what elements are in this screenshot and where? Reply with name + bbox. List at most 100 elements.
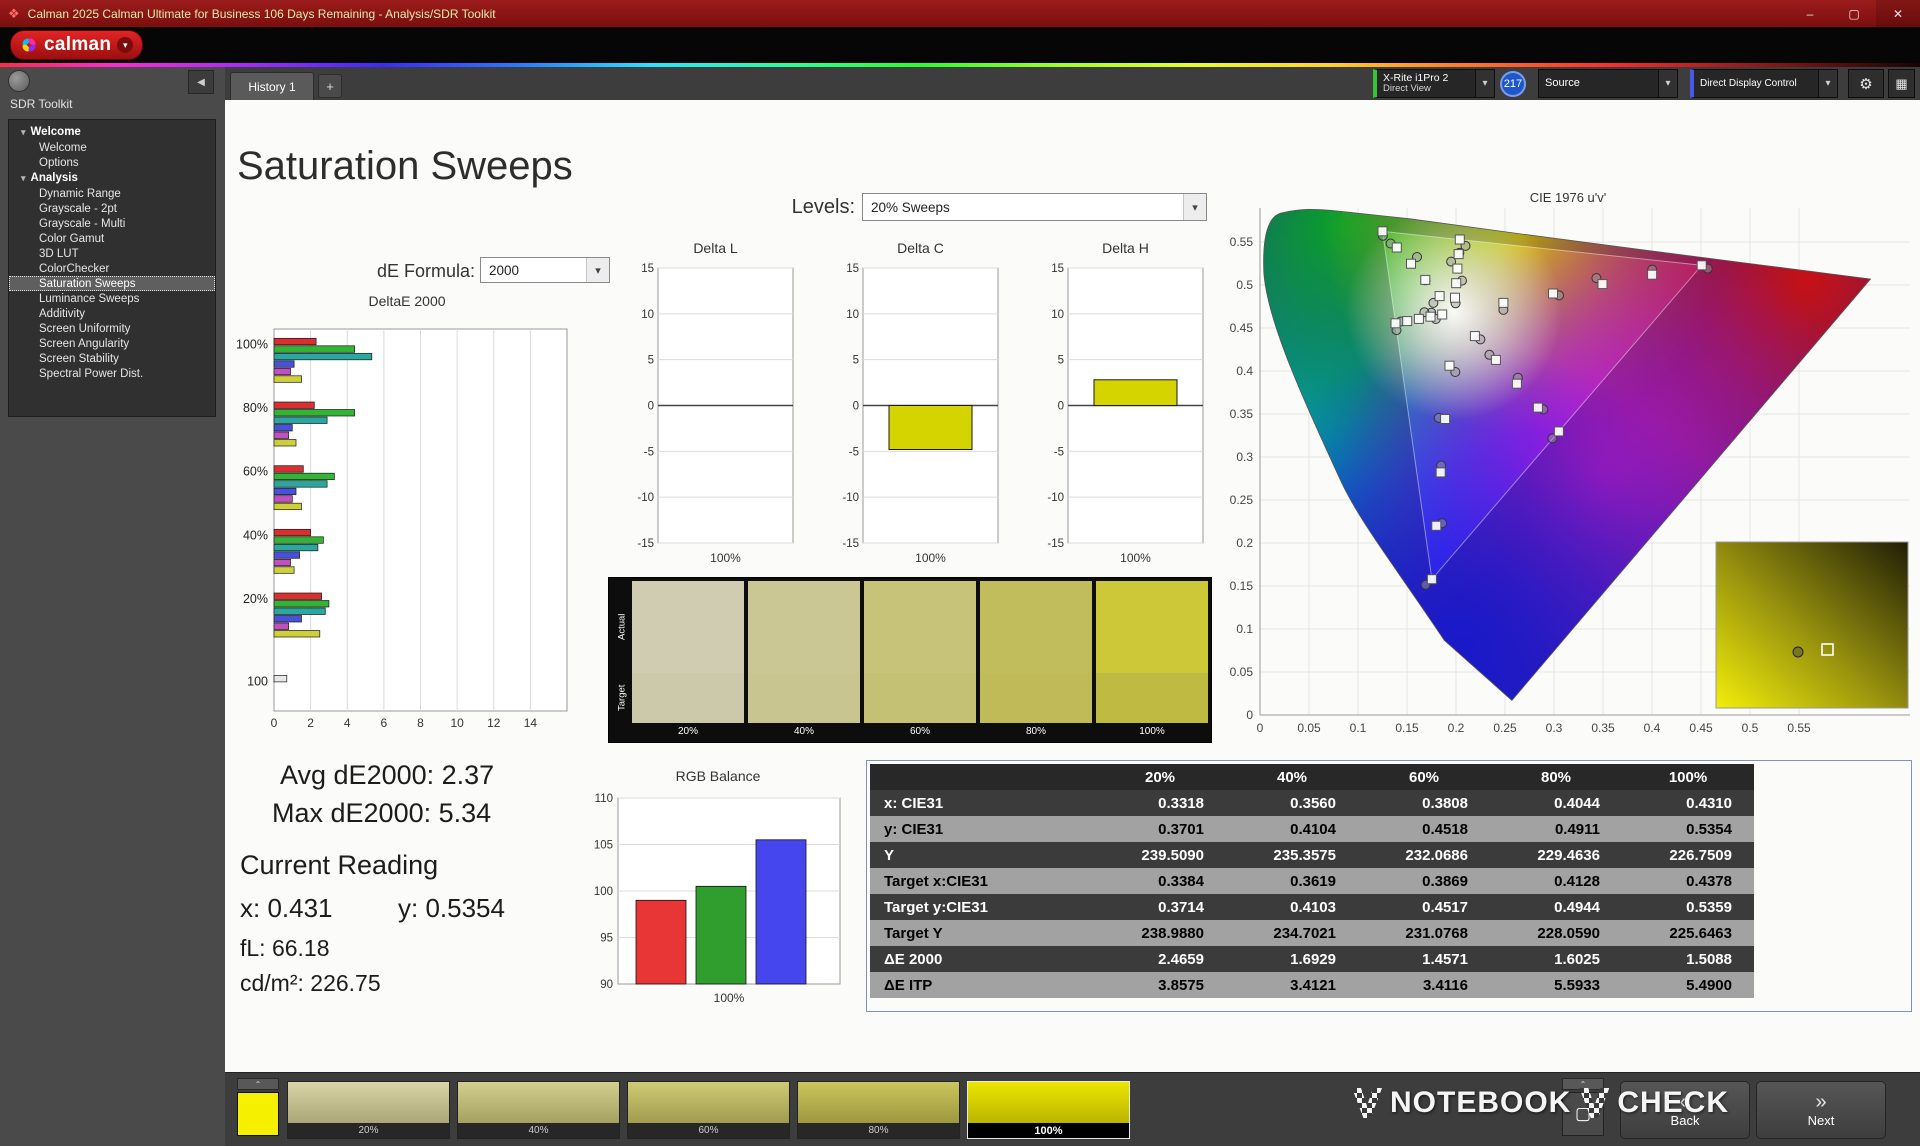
- table-cell: 225.6463: [1669, 924, 1732, 942]
- sidebar-item-grayscale-multi[interactable]: Grayscale - Multi: [9, 216, 215, 231]
- svg-text:8: 8: [417, 716, 424, 730]
- table-cell: 0.3808: [1422, 794, 1468, 812]
- layout-button[interactable]: ▦: [1888, 69, 1915, 98]
- sample-buttons: 20% 40% 60% 80% 100%: [287, 1081, 1130, 1139]
- sample-button-60[interactable]: 60%: [627, 1081, 790, 1139]
- tab-bar: History 1 + X-Rite i1Pro 2 Direct View ▾…: [225, 67, 1920, 100]
- table-cell: 0.4310: [1686, 794, 1732, 812]
- chevron-down-icon[interactable]: ▾: [586, 258, 609, 282]
- source-dropdown[interactable]: Source ▾: [1538, 69, 1678, 98]
- measurement-table: 20% 40% 60% 80% 100% x: CIE31 0.3318 0.3560 0.38…: [870, 764, 1754, 998]
- table-row-label: x: CIE31: [884, 794, 944, 812]
- svg-text:10: 10: [846, 309, 859, 321]
- tab-history-1[interactable]: History 1: [230, 72, 314, 100]
- svg-text:100%: 100%: [1120, 551, 1151, 565]
- chevron-down-icon[interactable]: ▾: [1183, 194, 1206, 220]
- svg-text:0.2: 0.2: [1448, 721, 1465, 735]
- meter-dropdown-text: X-Rite i1Pro 2 Direct View: [1377, 72, 1454, 95]
- meter-dropdown[interactable]: X-Rite i1Pro 2 Direct View ▾: [1373, 69, 1495, 98]
- table-row-target-x-cie31: Target x:CIE31 0.3384 0.3619 0.3869 0.4128 0.…: [870, 868, 1754, 894]
- sidebar-item-saturation-sweeps[interactable]: Saturation Sweeps: [9, 276, 215, 291]
- svg-text:20%: 20%: [243, 592, 268, 606]
- sidebar-item-screen-uniformity[interactable]: Screen Uniformity: [9, 321, 215, 336]
- table-row-label: ΔE ITP: [884, 976, 933, 994]
- svg-text:0.15: 0.15: [1230, 579, 1254, 593]
- table-cell: 3.4121: [1290, 976, 1336, 994]
- svg-text:100%: 100%: [236, 337, 268, 351]
- pattern-window-button[interactable]: ▢: [1562, 1092, 1604, 1136]
- page-title: Saturation Sweeps: [237, 144, 573, 188]
- next-button[interactable]: » Next: [1756, 1081, 1886, 1139]
- sidebar-item-3d-lut[interactable]: 3D LUT: [9, 246, 215, 261]
- patch-options-tab[interactable]: ⌃: [237, 1078, 279, 1090]
- calman-butterfly-icon: [22, 38, 36, 52]
- sidebar-item-dynamic-range[interactable]: Dynamic Range: [9, 186, 215, 201]
- sidebar-item-additivity[interactable]: Additivity: [9, 306, 215, 321]
- sidebar-item-spectral-power-dist[interactable]: Spectral Power Dist.: [9, 366, 215, 381]
- sample-button-100[interactable]: 100%: [967, 1081, 1130, 1139]
- sidebar-item-luminance-sweeps[interactable]: Luminance Sweeps: [9, 291, 215, 306]
- sidebar-collapse-button[interactable]: ◀: [188, 70, 214, 94]
- chevron-down-icon[interactable]: ▾: [1658, 70, 1677, 97]
- table-cell: 0.4128: [1554, 872, 1600, 890]
- svg-text:15: 15: [846, 263, 859, 275]
- sidebar-item-screen-angularity[interactable]: Screen Angularity: [9, 336, 215, 351]
- display-control-dropdown[interactable]: Direct Display Control ▾: [1690, 69, 1838, 98]
- sample-button-20[interactable]: 20%: [287, 1081, 450, 1139]
- de-formula-dropdown[interactable]: 2000 ▾: [480, 257, 610, 283]
- swatch-column-60: 60%: [864, 581, 976, 739]
- svg-text:0.25: 0.25: [1493, 721, 1517, 735]
- actual-swatch: [632, 581, 744, 673]
- calman-logo-button[interactable]: calman ▾: [10, 30, 144, 60]
- minimize-button[interactable]: –: [1788, 0, 1832, 27]
- sample-button-80[interactable]: 80%: [797, 1081, 960, 1139]
- sample-swatch: [458, 1082, 619, 1123]
- avg-de2000-stat: Avg dE2000: 2.37: [280, 760, 495, 790]
- table-col-header: 80%: [1540, 768, 1572, 786]
- svg-text:10: 10: [450, 716, 464, 730]
- sidebar-home-button[interactable]: [8, 70, 30, 92]
- window-icon: ▢: [1574, 1104, 1592, 1123]
- table-row-e-2000: ΔE 2000 2.4659 1.6929 1.4571 1.6025 1.5088: [870, 946, 1754, 972]
- table-cell: 0.5354: [1686, 820, 1732, 838]
- sidebar-item-grayscale-2pt[interactable]: Grayscale - 2pt: [9, 201, 215, 216]
- table-row-label: Target x:CIE31: [884, 872, 988, 890]
- sidebar-item-options[interactable]: Options: [9, 155, 215, 170]
- chevron-down-icon[interactable]: ▾: [1475, 70, 1494, 97]
- svg-text:0.55: 0.55: [1787, 721, 1811, 735]
- gear-icon: ⚙: [1859, 75, 1873, 93]
- logo-menu-chevron-icon[interactable]: ▾: [117, 37, 134, 53]
- svg-text:100%: 100%: [915, 551, 946, 565]
- table-row-target-y-cie31: Target y:CIE31 0.3714 0.4103 0.4517 0.4944 0.…: [870, 894, 1754, 920]
- sidebar-item-welcome[interactable]: Welcome: [9, 140, 215, 155]
- sidebar-item-screen-stability[interactable]: Screen Stability: [9, 351, 215, 366]
- table-cell: 0.3560: [1290, 794, 1336, 812]
- delta-h-plot: -15 -10 -5 0 5 10 15 100%: [1038, 260, 1213, 568]
- sidebar-item-colorchecker[interactable]: ColorChecker: [9, 261, 215, 276]
- sidebar-group-welcome[interactable]: ▾ Welcome: [9, 124, 215, 140]
- pattern-options-tab[interactable]: ⌃: [1562, 1078, 1604, 1090]
- svg-text:0.25: 0.25: [1230, 493, 1254, 507]
- table-cell: 1.4571: [1422, 950, 1468, 968]
- target-swatch: [864, 673, 976, 723]
- svg-text:0.5: 0.5: [1236, 278, 1253, 292]
- table-cell: 1.6929: [1290, 950, 1336, 968]
- back-button[interactable]: « Back: [1620, 1081, 1750, 1139]
- actual-swatch: [1096, 581, 1208, 673]
- sidebar-item-color-gamut[interactable]: Color Gamut: [9, 231, 215, 246]
- settings-button[interactable]: ⚙: [1848, 69, 1884, 98]
- table-cell: 0.3701: [1158, 820, 1204, 838]
- sample-label: 20%: [288, 1123, 449, 1138]
- close-button[interactable]: ✕: [1876, 0, 1920, 27]
- sidebar-title: SDR Toolkit: [10, 97, 73, 111]
- svg-text:0.15: 0.15: [1395, 721, 1419, 735]
- chevron-down-icon[interactable]: ▾: [1818, 70, 1837, 97]
- delta-c-plot: -15 -10 -5 0 5 10 15 100%: [833, 260, 1008, 568]
- sample-button-40[interactable]: 40%: [457, 1081, 620, 1139]
- sidebar-group-analysis[interactable]: ▾ Analysis: [9, 170, 215, 186]
- levels-dropdown[interactable]: 20% Sweeps ▾: [862, 193, 1207, 221]
- maximize-button[interactable]: ▢: [1832, 0, 1876, 27]
- add-tab-button[interactable]: +: [318, 74, 342, 98]
- svg-text:0.35: 0.35: [1230, 407, 1254, 421]
- current-patch-button[interactable]: [237, 1092, 279, 1136]
